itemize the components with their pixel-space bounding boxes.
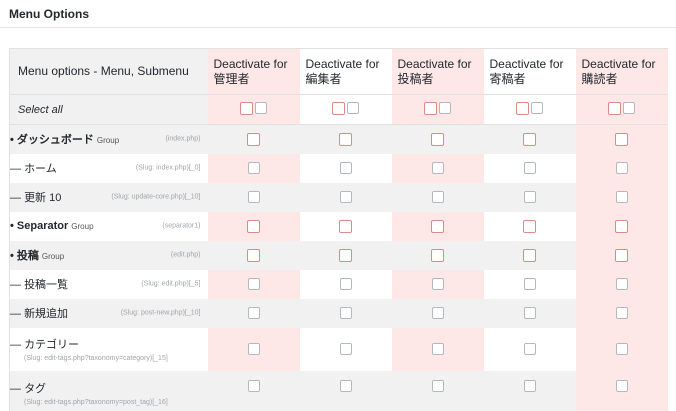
- deactivate-checkbox[interactable]: [615, 307, 628, 320]
- select-all-checkbox[interactable]: [332, 101, 345, 115]
- select-all-secondary-checkbox[interactable]: [623, 102, 635, 114]
- deactivate-checkbox[interactable]: [247, 132, 260, 146]
- deactivate-checkbox[interactable]: [247, 191, 260, 204]
- deactivate-checkbox[interactable]: [431, 191, 444, 204]
- deactivate-checkbox[interactable]: [615, 379, 628, 392]
- deactivate-checkbox[interactable]: [431, 162, 444, 175]
- deactivate-checkbox[interactable]: [431, 379, 444, 392]
- deactivate-checkbox[interactable]: [431, 248, 444, 262]
- select-all-checkbox[interactable]: [424, 101, 437, 115]
- deactivate-checkbox[interactable]: [615, 191, 628, 204]
- deactivate-checkbox[interactable]: [247, 379, 260, 392]
- header-role-1: Deactivate for 管理者: [207, 48, 300, 95]
- deactivate-checkbox[interactable]: [615, 278, 628, 291]
- table-row: — 新規追加 (Slug: post-new.php)[_10]: [9, 298, 668, 328]
- deactivate-checkbox[interactable]: [615, 132, 628, 146]
- deactivate-checkbox[interactable]: [247, 219, 260, 233]
- table-row: — ホーム (Slug: index.php)[_0]: [9, 153, 668, 183]
- table-row: • 投稿 Group (edit.php): [9, 240, 668, 270]
- header-role-4: Deactivate for 寄稿者: [483, 48, 576, 95]
- title-bar: Menu Options: [0, 0, 676, 28]
- deactivate-checkbox[interactable]: [431, 343, 444, 356]
- deactivate-checkbox[interactable]: [247, 248, 260, 262]
- header-role-2: Deactivate for 編集者: [299, 48, 392, 95]
- select-all-checkbox[interactable]: [608, 101, 621, 115]
- deactivate-checkbox[interactable]: [431, 278, 444, 291]
- deactivate-checkbox[interactable]: [523, 219, 536, 233]
- menu-item-cell: — タグ (Slug: edit-tags.php?taxonomy=post_…: [9, 370, 208, 411]
- table-row: — タグ (Slug: edit-tags.php?taxonomy=post_…: [9, 370, 668, 411]
- deactivate-checkbox[interactable]: [247, 162, 260, 175]
- deactivate-checkbox[interactable]: [339, 278, 352, 291]
- deactivate-checkbox[interactable]: [523, 307, 536, 320]
- header-role-3: Deactivate for 投稿者: [391, 48, 484, 95]
- select-all-checkbox[interactable]: [240, 101, 253, 115]
- deactivate-checkbox[interactable]: [339, 248, 352, 262]
- deactivate-checkbox[interactable]: [247, 278, 260, 291]
- deactivate-checkbox[interactable]: [339, 219, 352, 233]
- select-all-secondary-checkbox[interactable]: [255, 102, 267, 114]
- select-all-row: Select all: [9, 94, 668, 125]
- table-row: — 更新 10 (Slug: update-core.php)[_10]: [9, 182, 668, 212]
- deactivate-checkbox[interactable]: [247, 343, 260, 356]
- deactivate-checkbox[interactable]: [615, 219, 628, 233]
- deactivate-checkbox[interactable]: [523, 379, 536, 392]
- table-row: • ダッシュボード Group (index.php): [9, 124, 668, 154]
- deactivate-checkbox[interactable]: [339, 343, 352, 356]
- deactivate-checkbox[interactable]: [615, 343, 628, 356]
- table-row: — カテゴリー (Slug: edit-tags.php?taxonomy=ca…: [9, 327, 668, 371]
- menu-item-cell: — 新規追加 (Slug: post-new.php)[_10]: [9, 298, 208, 328]
- deactivate-checkbox[interactable]: [339, 379, 352, 392]
- deactivate-checkbox[interactable]: [339, 191, 352, 204]
- deactivate-checkbox[interactable]: [523, 343, 536, 356]
- menu-item-cell: • 投稿 Group (edit.php): [9, 240, 208, 270]
- header-role-5: Deactivate for 購読者: [575, 48, 668, 95]
- deactivate-checkbox[interactable]: [523, 162, 536, 175]
- select-all-secondary-checkbox[interactable]: [347, 102, 359, 114]
- select-all-secondary-checkbox[interactable]: [439, 102, 451, 114]
- menu-item-cell: — 更新 10 (Slug: update-core.php)[_10]: [9, 182, 208, 212]
- deactivate-checkbox[interactable]: [431, 307, 444, 320]
- deactivate-checkbox[interactable]: [339, 307, 352, 320]
- select-all-label: Select all: [9, 94, 208, 125]
- select-all-secondary-checkbox[interactable]: [531, 102, 543, 114]
- menu-item-cell: — 投稿一覧 (Slug: edit.php)[_5]: [9, 269, 208, 299]
- menu-item-cell: — ホーム (Slug: index.php)[_0]: [9, 153, 208, 183]
- deactivate-checkbox[interactable]: [523, 278, 536, 291]
- header-menu-options: Menu options - Menu, Submenu: [9, 48, 208, 95]
- deactivate-checkbox[interactable]: [523, 132, 536, 146]
- menu-item-cell: • ダッシュボード Group (index.php): [9, 124, 208, 154]
- menu-item-cell: — カテゴリー (Slug: edit-tags.php?taxonomy=ca…: [9, 327, 208, 371]
- deactivate-checkbox[interactable]: [523, 248, 536, 262]
- deactivate-checkbox[interactable]: [247, 307, 260, 320]
- deactivate-checkbox[interactable]: [523, 191, 536, 204]
- deactivate-checkbox[interactable]: [339, 162, 352, 175]
- deactivate-checkbox[interactable]: [615, 162, 628, 175]
- deactivate-checkbox[interactable]: [431, 132, 444, 146]
- select-all-checkbox[interactable]: [516, 101, 529, 115]
- table-row: — 投稿一覧 (Slug: edit.php)[_5]: [9, 269, 668, 299]
- menu-options-table: Menu options - Menu, Submenu Deactivate …: [9, 48, 668, 411]
- table-row: • Separator Group (separator1): [9, 211, 668, 241]
- page-title: Menu Options: [9, 7, 89, 21]
- deactivate-checkbox[interactable]: [339, 132, 352, 146]
- menu-item-cell: • Separator Group (separator1): [9, 211, 208, 241]
- deactivate-checkbox[interactable]: [431, 219, 444, 233]
- deactivate-checkbox[interactable]: [615, 248, 628, 262]
